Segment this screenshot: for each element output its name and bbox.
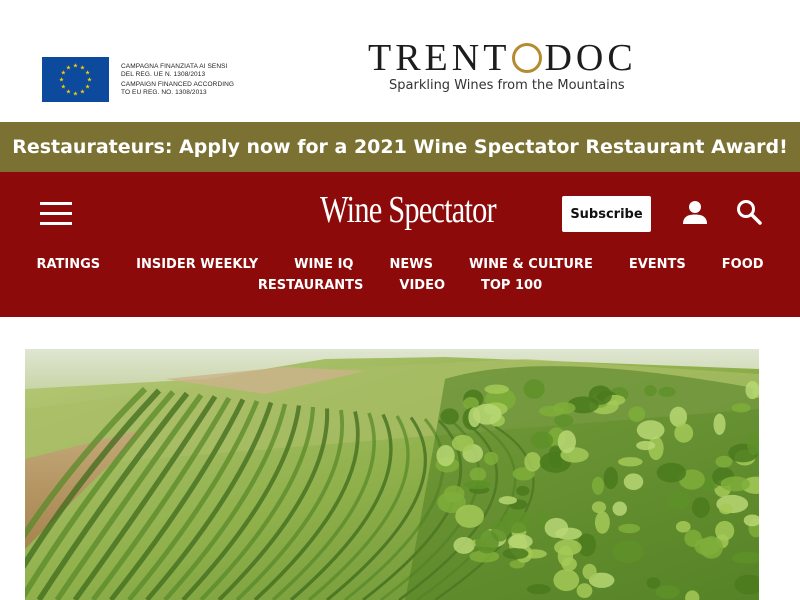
eu-funding-notice: ★ ★ ★ ★ ★ ★ ★ ★ ★ ★ ★ ★ CAMPAGNA FINANZIATA AI SENS… [42,57,251,102]
nav-restaurants[interactable]: RESTAURANTS [258,278,364,293]
svg-text:★: ★ [73,63,78,70]
nav-ratings[interactable]: RATINGS [36,257,100,272]
trentodoc-tagline: Sparkling Wines from the Mountains [389,78,625,93]
svg-text:★: ★ [80,89,85,96]
eu-funding-text: CAMPAGNA FINANZIATA AI SENSI DEL REG. UE… [121,63,251,97]
main-navigation: RATINGS INSIDER WEEKLY WINE IQ NEWS WINE… [0,254,800,296]
search-icon[interactable] [736,199,762,225]
nav-video[interactable]: VIDEO [399,278,445,293]
nav-insider-weekly[interactable]: INSIDER WEEKLY [136,257,258,272]
eu-text-line: TO EU REG. NO. 1308/2013 [121,88,207,96]
eu-flag-icon: ★ ★ ★ ★ ★ ★ ★ ★ ★ ★ ★ ★ [42,57,109,102]
trentodoc-ad[interactable]: TRENT DOC Sparkling Wines from the Mounta… [368,38,658,93]
svg-text:★: ★ [73,91,78,98]
nav-row-secondary: RESTAURANTS VIDEO TOP 100 [0,275,800,296]
eu-text-line: DEL REG. UE N. 1308/2013 [121,70,206,78]
nav-wine-iq[interactable]: WINE IQ [294,257,353,272]
subscribe-button[interactable]: Subscribe [562,196,651,232]
svg-text:★: ★ [85,84,90,91]
nav-food[interactable]: FOOD [722,257,764,272]
promo-bar: Restaurateurs: Apply now for a 2021 Wine… [0,122,800,172]
svg-text:★: ★ [85,70,90,77]
eu-text-line: CAMPAGNA FINANZIATA AI SENSI [121,62,228,70]
nav-top-100[interactable]: TOP 100 [481,278,542,293]
svg-text:★: ★ [59,77,64,84]
site-header: Wine Spectator Subscribe RATINGS INSIDER… [0,172,800,317]
wine-spectator-logo[interactable]: Wine Spectator [320,188,497,232]
user-icon[interactable] [682,199,708,225]
vineyard-hero-image[interactable] [25,349,759,600]
nav-row-primary: RATINGS INSIDER WEEKLY WINE IQ NEWS WINE… [0,254,800,275]
svg-text:★: ★ [66,64,71,71]
eu-text-line: CAMPAIGN FINANCED ACCORDING [121,80,235,88]
svg-text:★: ★ [66,89,71,96]
svg-text:★: ★ [61,84,66,91]
hamburger-menu-icon[interactable] [40,202,72,226]
svg-text:★: ★ [87,77,92,84]
nav-wine-and-culture[interactable]: WINE & CULTURE [469,257,593,272]
logo-ring-icon [512,43,543,73]
nav-news[interactable]: NEWS [389,257,432,272]
nav-events[interactable]: EVENTS [629,257,686,272]
restaurant-award-promo-link[interactable]: Restaurateurs: Apply now for a 2021 Wine… [12,136,788,158]
trentodoc-logo: TRENT DOC [368,37,637,79]
advertisement-banner[interactable]: ★ ★ ★ ★ ★ ★ ★ ★ ★ ★ ★ ★ CAMPAGNA FINANZIATA AI SENS… [0,0,800,122]
